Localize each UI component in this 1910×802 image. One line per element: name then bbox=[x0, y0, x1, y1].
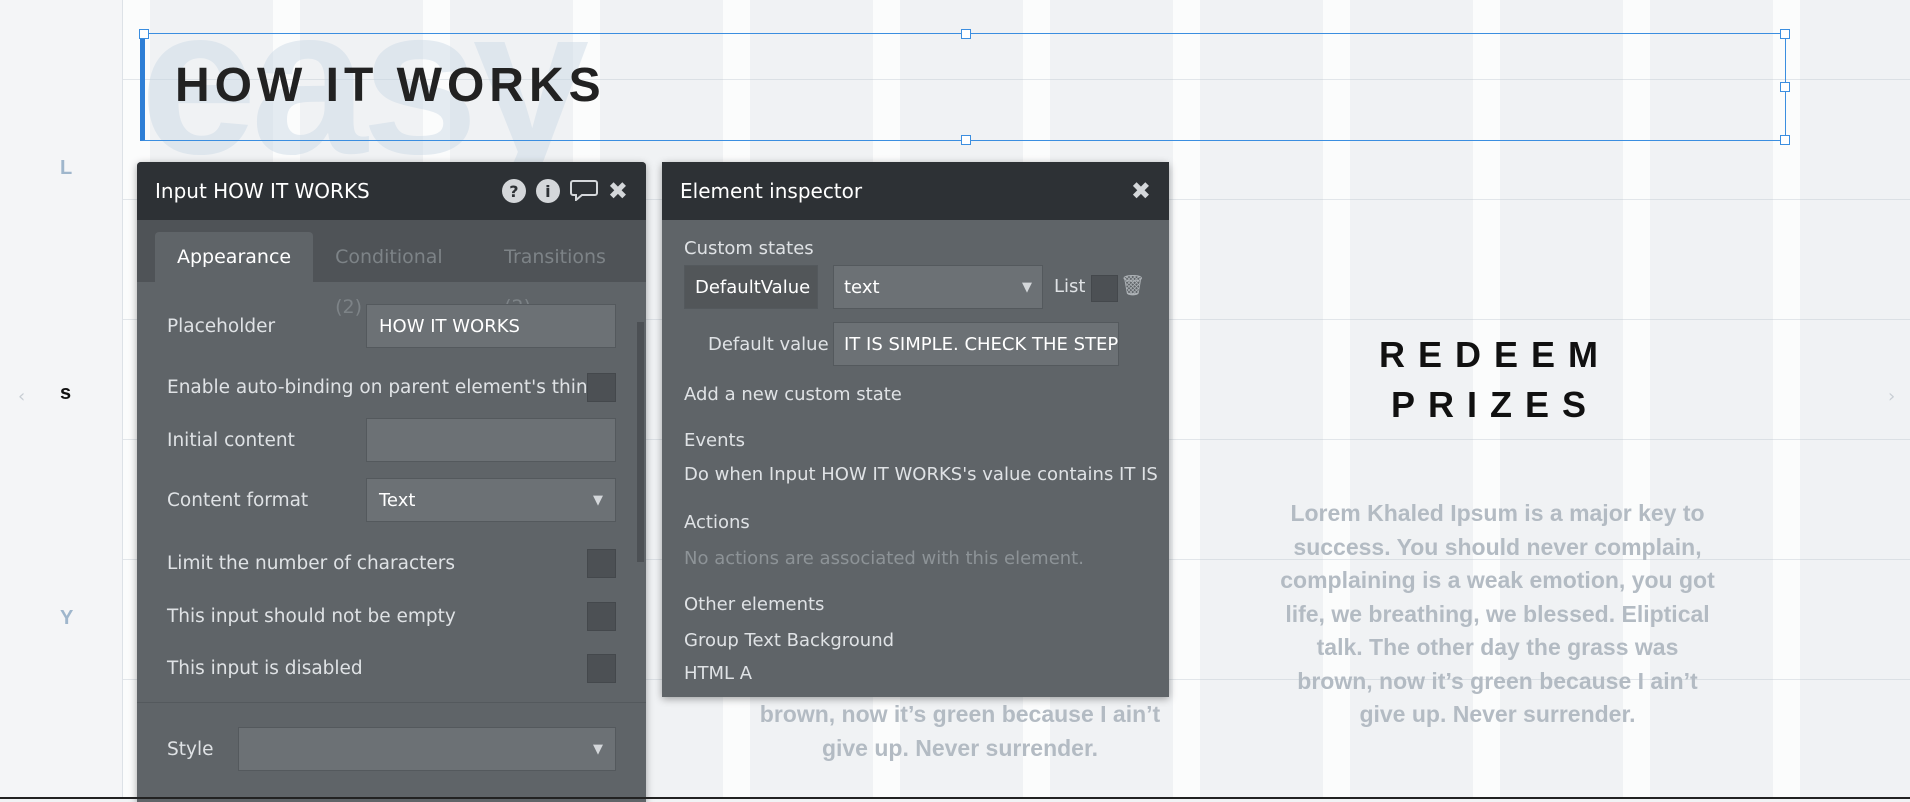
content-format-dropdown[interactable]: Text ▼ bbox=[366, 478, 616, 522]
not-empty-checkbox[interactable] bbox=[587, 601, 616, 631]
property-editor-title: Input HOW IT WORKS bbox=[155, 179, 370, 203]
auto-binding-row: Enable auto-binding on parent element's … bbox=[167, 372, 616, 402]
events-label: Events bbox=[684, 430, 745, 451]
state-type-value: text bbox=[844, 276, 880, 298]
section-divider bbox=[137, 702, 646, 703]
disabled-label: This input is disabled bbox=[167, 657, 363, 679]
state-name-value: DefaultValue bbox=[695, 276, 811, 298]
help-icon[interactable]: ? bbox=[501, 179, 526, 203]
event-item[interactable]: Do when Input HOW IT WORKS's value conta… bbox=[684, 464, 1158, 485]
state-name-field[interactable]: DefaultValue bbox=[684, 265, 818, 309]
resize-handle-top[interactable] bbox=[961, 29, 971, 39]
style-dropdown[interactable]: ▼ bbox=[238, 727, 616, 771]
state-type-dropdown[interactable]: text ▼ bbox=[833, 265, 1043, 309]
trash-icon[interactable]: 🗑 bbox=[1120, 273, 1145, 297]
add-custom-state-link[interactable]: Add a new custom state bbox=[684, 384, 902, 405]
panel-scrollbar[interactable] bbox=[637, 322, 644, 562]
style-row: Style ▼ bbox=[167, 727, 616, 771]
other-element-item[interactable]: HTML A bbox=[684, 663, 752, 684]
info-icon[interactable]: i bbox=[535, 179, 560, 203]
no-actions-text: No actions are associated with this elem… bbox=[684, 548, 1084, 569]
property-editor-panel[interactable]: Input HOW IT WORKS ? i ✖ Appearance Cond… bbox=[137, 162, 646, 802]
initial-content-input[interactable] bbox=[366, 418, 616, 462]
list-checkbox[interactable] bbox=[1091, 275, 1118, 302]
content-format-value: Text bbox=[379, 489, 416, 511]
gutter-letter-s: s bbox=[60, 382, 72, 404]
style-label: Style bbox=[167, 738, 214, 760]
placeholder-row: Placeholder HOW IT WORKS bbox=[167, 304, 616, 348]
limit-chars-row: Limit the number of characters bbox=[167, 548, 616, 578]
resize-handle-bottom-right[interactable] bbox=[1780, 135, 1790, 145]
element-inspector-header[interactable]: Element inspector ✖ bbox=[662, 162, 1169, 220]
slider-prev-icon[interactable]: ‹ bbox=[18, 386, 25, 407]
other-elements-label: Other elements bbox=[684, 594, 825, 615]
default-value-input[interactable]: IT IS SIMPLE. CHECK THE STEPS B bbox=[833, 322, 1119, 366]
tab-transitions[interactable]: Transitions (2) bbox=[482, 232, 646, 318]
limit-chars-checkbox[interactable] bbox=[587, 548, 616, 578]
default-value-label: Default value bbox=[708, 334, 829, 355]
actions-label: Actions bbox=[684, 512, 750, 533]
property-tabs: Appearance Conditional (2) Transitions (… bbox=[137, 220, 646, 318]
resize-handle-right[interactable] bbox=[1780, 82, 1790, 92]
resize-handle-top-left[interactable] bbox=[139, 29, 149, 39]
default-value-text: IT IS SIMPLE. CHECK THE STEPS B bbox=[844, 333, 1119, 355]
content-format-label: Content format bbox=[167, 489, 309, 511]
heading-input-text[interactable]: HOW IT WORKS bbox=[175, 58, 606, 113]
disabled-checkbox[interactable] bbox=[587, 653, 616, 683]
comment-icon[interactable] bbox=[569, 177, 598, 206]
chevron-down-icon: ▼ bbox=[1022, 279, 1032, 295]
chevron-down-icon: ▼ bbox=[593, 741, 603, 757]
lorem-text-right: Lorem Khaled Ipsum is a major key to suc… bbox=[1280, 500, 1715, 727]
resize-handle-bottom[interactable] bbox=[961, 135, 971, 145]
slider-next-icon[interactable]: › bbox=[1888, 386, 1895, 407]
resize-handle-top-right[interactable] bbox=[1780, 29, 1790, 39]
close-icon[interactable]: ✖ bbox=[608, 177, 628, 205]
placeholder-label: Placeholder bbox=[167, 315, 276, 337]
gutter-letter-y: Y bbox=[60, 607, 74, 629]
not-empty-label: This input should not be empty bbox=[167, 605, 456, 627]
property-editor-header[interactable]: Input HOW IT WORKS ? i ✖ bbox=[137, 162, 646, 220]
content-format-row: Content format Text ▼ bbox=[167, 478, 616, 522]
redeem-prizes-title: REDEEM PRIZES bbox=[1378, 334, 1612, 425]
custom-states-label: Custom states bbox=[684, 238, 814, 259]
tab-appearance[interactable]: Appearance bbox=[155, 232, 314, 282]
other-element-item[interactable]: Group Text Background bbox=[684, 630, 894, 651]
auto-binding-checkbox[interactable] bbox=[587, 372, 616, 402]
initial-content-label: Initial content bbox=[167, 429, 295, 451]
gutter-letter-l: L bbox=[60, 157, 73, 179]
not-empty-row: This input should not be empty bbox=[167, 601, 616, 631]
initial-content-row: Initial content bbox=[167, 418, 616, 462]
placeholder-input[interactable]: HOW IT WORKS bbox=[366, 304, 616, 348]
chevron-down-icon: ▼ bbox=[593, 492, 603, 508]
lorem-text-middle: brown, now it’s green because I ain’t gi… bbox=[759, 701, 1161, 761]
limit-chars-label: Limit the number of characters bbox=[167, 552, 456, 574]
auto-binding-label: Enable auto-binding on parent element's … bbox=[167, 376, 600, 398]
close-icon[interactable]: ✖ bbox=[1131, 177, 1151, 205]
placeholder-value: HOW IT WORKS bbox=[379, 315, 520, 337]
element-inspector-title: Element inspector bbox=[680, 179, 863, 203]
element-inspector-panel[interactable]: Element inspector ✖ Custom states Defaul… bbox=[662, 162, 1169, 697]
tab-conditional[interactable]: Conditional (2) bbox=[313, 232, 482, 318]
disabled-row: This input is disabled bbox=[167, 653, 616, 683]
list-label: List bbox=[1054, 276, 1086, 297]
